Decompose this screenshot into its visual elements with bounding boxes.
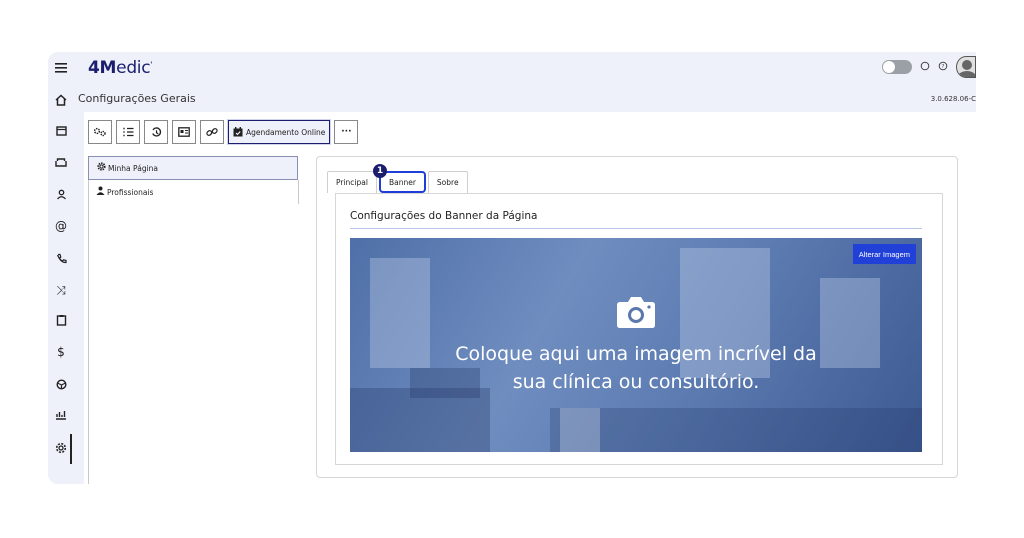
nav-item-label: Minha Página <box>108 163 159 173</box>
user-icon[interactable] <box>48 184 74 204</box>
main-content: Agendamento Online ··· Minha Página Prof… <box>84 112 976 484</box>
home-icon[interactable] <box>48 90 74 110</box>
gear-icon <box>97 162 106 174</box>
section-title: Configurações do Banner da Página <box>350 210 538 222</box>
nav-item-profissionais[interactable]: Profissionais <box>88 180 298 204</box>
sidebar: @ ⤨ $ <box>48 52 74 484</box>
banner-placeholder-text: Coloque aqui uma imagem incrível da sua … <box>350 340 922 396</box>
placeholder-line-1: Coloque aqui uma imagem incrível da <box>455 343 817 365</box>
top-right-controls: ? <box>882 56 976 78</box>
banner-bg-floor <box>550 408 922 452</box>
phone-icon[interactable] <box>48 248 74 268</box>
chat-icon[interactable] <box>920 61 930 74</box>
placeholder-line-2: sua clínica ou consultório. <box>512 371 760 393</box>
tab-sobre[interactable]: Sobre <box>427 171 468 193</box>
settings-nav: Minha Página Profissionais <box>88 156 298 206</box>
banner-bg-table <box>560 408 600 452</box>
config-toolbar: Agendamento Online ··· <box>88 119 359 145</box>
shuffle-icon[interactable]: ⤨ <box>48 280 74 300</box>
change-image-button[interactable]: Alterar Imagem <box>852 244 916 264</box>
at-sign-icon[interactable]: @ <box>48 216 74 236</box>
couch-icon[interactable] <box>48 152 74 172</box>
section-divider <box>350 228 922 229</box>
gears-button[interactable] <box>88 120 112 144</box>
banner-config-panel: Configurações do Banner da Página Altera… <box>335 193 943 465</box>
more-label: ··· <box>341 127 352 137</box>
clipboard-icon[interactable] <box>48 310 74 330</box>
numbered-list-button[interactable] <box>116 120 140 144</box>
settings-card: Principal Banner Sobre 1 Configurações d… <box>316 156 958 478</box>
dollar-icon[interactable]: $ <box>48 342 74 362</box>
active-indicator <box>70 434 72 464</box>
id-card-button[interactable] <box>172 120 196 144</box>
user-avatar[interactable] <box>956 56 976 78</box>
nav-item-minha-pagina[interactable]: Minha Página <box>88 156 298 180</box>
box-icon[interactable] <box>48 374 74 394</box>
version-label: 3.0.628.06-C <box>930 95 976 103</box>
logo-bold: 4M <box>88 58 117 78</box>
tab-principal[interactable]: Principal <box>327 171 377 193</box>
camera-icon <box>617 297 655 328</box>
tab-bar: Principal Banner Sobre <box>327 171 470 193</box>
help-icon[interactable]: ? <box>938 61 948 74</box>
top-bar: 4Medic' ? <box>74 52 976 82</box>
online-scheduling-button[interactable]: Agendamento Online <box>226 119 332 145</box>
app-logo[interactable]: 4Medic' <box>88 58 152 78</box>
chart-icon[interactable] <box>48 404 74 424</box>
menu-icon[interactable] <box>48 58 74 78</box>
calendar-icon[interactable] <box>48 120 74 140</box>
panel-divider-right <box>298 180 299 204</box>
online-scheduling-label: Agendamento Online <box>246 127 326 137</box>
link-button[interactable] <box>200 120 224 144</box>
page-title: Configurações Gerais <box>78 92 196 105</box>
theme-toggle[interactable] <box>882 60 912 74</box>
step-badge: 1 <box>373 164 387 178</box>
panel-divider <box>88 180 89 484</box>
history-button[interactable] <box>144 120 168 144</box>
logo-rest: edic <box>116 58 151 78</box>
logo-mark: ' <box>150 60 153 69</box>
app-window: @ ⤨ $ 4Medic' ? Configurações Gerais 3.0… <box>48 52 976 484</box>
svg-text:?: ? <box>942 64 945 70</box>
more-button[interactable]: ··· <box>334 120 359 144</box>
nav-item-label: Profissionais <box>107 187 154 197</box>
professionals-icon <box>96 186 105 198</box>
calendar-check-icon <box>233 127 243 137</box>
banner-image: Alterar Imagem Coloque aqui uma imagem i… <box>350 238 922 452</box>
